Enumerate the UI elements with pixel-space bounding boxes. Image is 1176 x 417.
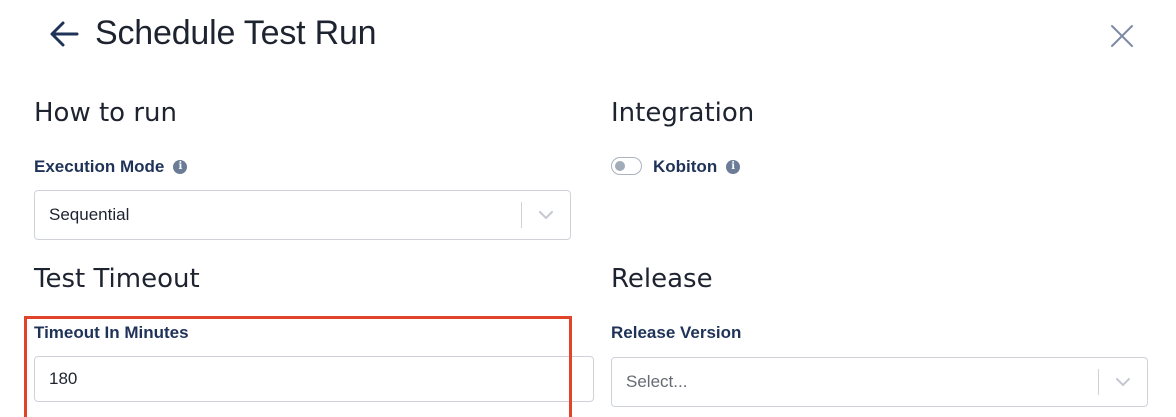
release-version-select[interactable]: Select...	[611, 357, 1148, 407]
timeout-in-minutes-label: Timeout In Minutes	[34, 322, 189, 344]
how-to-run-heading: How to run	[34, 98, 177, 128]
info-icon[interactable]: i	[726, 160, 741, 174]
arrow-left-icon	[50, 21, 79, 47]
test-timeout-heading: Test Timeout	[34, 264, 200, 294]
release-version-label-text: Release Version	[611, 323, 742, 342]
release-version-label: Release Version	[611, 322, 741, 344]
schedule-test-run-dialog: Schedule Test Run How to run Execution M…	[0, 0, 1176, 417]
toggle-knob	[615, 161, 625, 171]
kobiton-toggle[interactable]	[611, 157, 642, 175]
execution-mode-label-text: Execution Mode	[34, 157, 165, 176]
kobiton-label-text: Kobiton	[653, 157, 718, 176]
page-title: Schedule Test Run	[95, 14, 377, 52]
release-heading: Release	[611, 264, 713, 294]
kobiton-label: Kobiton i	[653, 156, 741, 178]
execution-mode-label: Execution Mode i	[34, 156, 188, 178]
execution-mode-value: Sequential	[49, 205, 130, 224]
chevron-down-icon[interactable]	[1099, 358, 1147, 406]
chevron-down-icon[interactable]	[522, 191, 570, 239]
info-icon[interactable]: i	[173, 160, 188, 174]
close-button[interactable]	[1104, 18, 1140, 54]
timeout-in-minutes-input[interactable]	[34, 356, 594, 402]
release-version-placeholder: Select...	[626, 372, 688, 391]
close-icon	[1111, 25, 1133, 47]
back-button[interactable]	[46, 16, 82, 52]
execution-mode-select[interactable]: Sequential	[34, 190, 571, 240]
integration-heading: Integration	[611, 98, 755, 128]
timeout-in-minutes-label-text: Timeout In Minutes	[34, 323, 189, 342]
